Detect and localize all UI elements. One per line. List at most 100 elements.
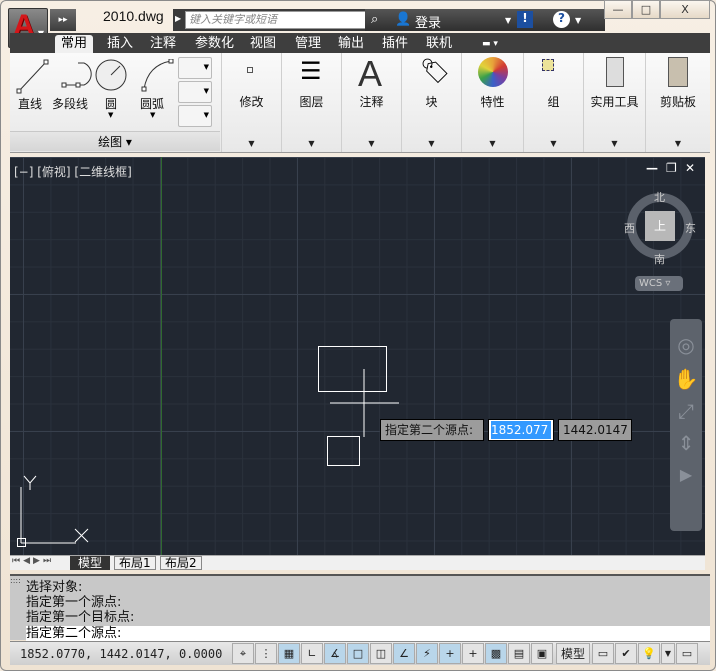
tab-view[interactable]: 视图 xyxy=(250,35,276,53)
exchange-icon[interactable]: ! xyxy=(517,11,533,28)
dynamic-input-x[interactable]: 1852.077 xyxy=(488,419,554,441)
clipboard-icon xyxy=(668,57,688,87)
model-space-button[interactable]: 模型 xyxy=(556,643,590,664)
chevron-down-icon[interactable]: ▼ xyxy=(505,16,511,25)
draw-panel: 直线 多段线 圆 圆弧 ▼ ▼ ▼ ▼ ▼ 绘图 ▾ xyxy=(10,53,222,152)
layout-tabs: ⏮◀▶⏭ 模型 布局1 布局2 xyxy=(10,555,705,570)
calculator-icon xyxy=(606,57,624,87)
layers-panel[interactable]: ☰ 图层 ▼ xyxy=(282,53,342,152)
circle-tool[interactable]: 圆 xyxy=(105,95,117,112)
tab-plugins[interactable]: 插件 xyxy=(382,35,408,53)
lock-icon[interactable]: 💡 xyxy=(638,643,660,664)
chevron-down-icon[interactable]: ▼ xyxy=(108,111,113,119)
clean-screen-icon[interactable]: ▭ xyxy=(676,643,698,664)
lineweight-toggle[interactable]: + xyxy=(462,643,484,664)
tab-layout2[interactable]: 布局2 xyxy=(160,556,202,570)
zoom-icon[interactable]: ⤢ xyxy=(670,399,702,423)
block-tag-icon: 🏷 xyxy=(420,57,451,85)
showmotion-icon[interactable]: ▶ xyxy=(670,465,702,484)
hatch-tool[interactable]: ▼ xyxy=(178,105,212,127)
ellipse-tool[interactable]: ▼ xyxy=(178,81,212,103)
dynamic-input-y[interactable]: 1442.0147 xyxy=(558,419,632,441)
otrack-toggle[interactable]: ∠ xyxy=(393,643,415,664)
utilities-panel[interactable]: 实用工具 ▼ xyxy=(584,53,646,152)
group-icon xyxy=(542,59,554,71)
ribbon-tabs: 常用 插入 注释 参数化 视图 管理 输出 插件 联机 ▬ ▾ xyxy=(10,33,710,53)
search-bar: ▶ 键入关键字或短语 xyxy=(173,9,373,31)
transparency-toggle[interactable]: ▩ xyxy=(485,643,507,664)
quick-view-layouts-icon[interactable]: ▭ xyxy=(592,643,614,664)
tab-layout1[interactable]: 布局1 xyxy=(114,556,156,570)
expand-icon[interactable]: ▶ xyxy=(175,14,181,23)
minimize-button[interactable]: — xyxy=(604,0,632,19)
drawing-viewport[interactable]: [−] [俯视] [二维线框] — ❐ ✕ 上 北 南 西 东 WCS ▿ ◎ … xyxy=(10,157,705,555)
search-input[interactable]: 键入关键字或短语 xyxy=(185,11,367,29)
info-center: ⌕ 👤 登录 ▼ ! ? ▼ xyxy=(365,9,605,31)
tab-parametric[interactable]: 参数化 xyxy=(195,35,234,53)
workspace-icon[interactable]: ✔ xyxy=(615,643,637,664)
ribbon-minimize-button[interactable]: ▬ ▾ xyxy=(482,35,498,53)
text-icon: A xyxy=(358,53,383,94)
user-icon[interactable]: 👤 xyxy=(395,12,411,27)
layout-tab-navigation[interactable]: ⏮◀▶⏭ xyxy=(12,556,54,566)
clipboard-panel[interactable]: 剪贴板 ▼ xyxy=(646,53,710,152)
annotation-panel[interactable]: A 注释 ▼ xyxy=(342,53,402,152)
3d-osnap-toggle[interactable]: ◫ xyxy=(370,643,392,664)
osnap-toggle[interactable]: □ xyxy=(347,643,369,664)
arc-tool[interactable]: 圆弧 xyxy=(140,95,164,112)
group-panel[interactable]: 组 ▼ xyxy=(524,53,584,152)
block-panel[interactable]: 🏷 块 ▼ xyxy=(402,53,462,152)
ucs-y-mark xyxy=(23,475,37,490)
tab-online[interactable]: 联机 xyxy=(426,35,452,53)
command-line: :::: 选择对象: 指定第一个源点: 指定第一个目标点: 指定第二个源点: xyxy=(10,574,710,642)
snap-toggle[interactable]: ⋮ xyxy=(255,643,277,664)
binoculars-icon[interactable]: ⌕ xyxy=(371,12,378,27)
polar-toggle[interactable]: ∡ xyxy=(324,643,346,664)
command-history-line: 指定第一个目标点: xyxy=(26,610,135,625)
drawing-canvas xyxy=(17,346,399,547)
quick-access-toolbar-expand[interactable]: ▸▸ xyxy=(50,9,76,31)
tab-annotate[interactable]: 注释 xyxy=(150,35,176,53)
tab-manage[interactable]: 管理 xyxy=(295,35,321,53)
ortho-toggle[interactable]: ∟ xyxy=(301,643,323,664)
status-bar: 1852.0770, 1442.0147, 0.0000 ⌖ ⋮ ▦ ∟ ∡ □… xyxy=(10,641,710,665)
navigation-bar: ◎ ✋ ⤢ ⇕ ▶ xyxy=(670,319,702,531)
status-menu-button[interactable]: ▼ xyxy=(661,643,675,664)
orbit-icon[interactable]: ⇕ xyxy=(670,431,702,455)
viewport-close-button[interactable]: ✕ xyxy=(685,161,695,175)
help-icon[interactable]: ? xyxy=(553,11,570,28)
line-tool[interactable]: 直线 xyxy=(18,95,42,112)
ucs-x-mark xyxy=(74,528,89,543)
polyline-tool[interactable]: 多段线 xyxy=(52,95,88,112)
dyn-toggle[interactable]: + xyxy=(439,643,461,664)
tab-model[interactable]: 模型 xyxy=(70,556,111,570)
steering-wheel-icon[interactable]: ◎ xyxy=(670,333,702,357)
properties-panel[interactable]: 特性 ▼ xyxy=(462,53,524,152)
grip-handle[interactable]: :::: xyxy=(10,576,21,585)
modify-panel[interactable]: 修改 ▼ xyxy=(222,53,282,152)
pan-hand-icon[interactable]: ✋ xyxy=(670,367,702,391)
document-title: 2010.dwg xyxy=(103,8,164,24)
tab-insert[interactable]: 插入 xyxy=(107,35,133,53)
chevron-down-icon[interactable]: ▼ xyxy=(575,16,581,25)
quick-properties-toggle[interactable]: ▤ xyxy=(508,643,530,664)
selection-cycling-toggle[interactable]: ▣ xyxy=(531,643,553,664)
coordinates-readout: 1852.0770, 1442.0147, 0.0000 xyxy=(20,647,223,661)
grid-toggle[interactable]: ▦ xyxy=(278,643,300,664)
window-controls: — □ X xyxy=(604,0,710,20)
tab-home[interactable]: 常用 xyxy=(55,35,94,53)
draw-panel-title[interactable]: 绘图 ▾ xyxy=(10,131,220,151)
compass-east[interactable]: 东 xyxy=(685,220,696,236)
login-link[interactable]: 登录 xyxy=(415,12,441,31)
rectangle-tool[interactable]: ▼ xyxy=(178,57,212,79)
command-input[interactable]: 指定第二个源点: xyxy=(26,626,710,642)
close-button[interactable]: X xyxy=(660,0,710,19)
viewport-restore-button[interactable]: ❐ xyxy=(666,161,677,175)
tab-output[interactable]: 输出 xyxy=(338,35,364,53)
infer-constraints-toggle[interactable]: ⌖ xyxy=(232,643,254,664)
ducs-toggle[interactable]: ⚡ xyxy=(416,643,438,664)
rectangle-shape xyxy=(327,436,360,466)
maximize-button[interactable]: □ xyxy=(632,0,660,19)
layers-icon: ☰ xyxy=(300,57,322,85)
chevron-down-icon[interactable]: ▼ xyxy=(150,111,155,119)
